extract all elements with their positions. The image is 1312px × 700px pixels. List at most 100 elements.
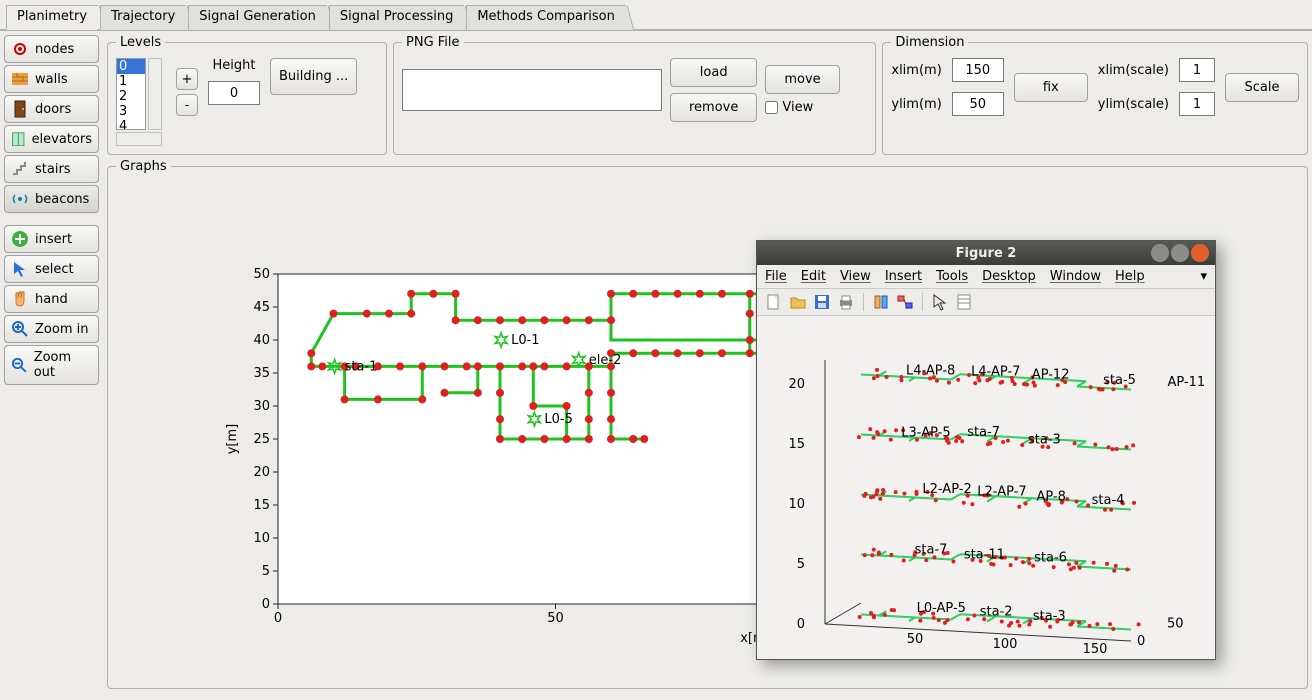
zoom-in-icon — [11, 320, 29, 338]
svg-text:sta-3: sta-3 — [1033, 609, 1066, 624]
height-input[interactable] — [208, 81, 260, 105]
tab-signal-generation[interactable]: Signal Generation — [188, 5, 327, 30]
svg-text:L0-AP-5: L0-AP-5 — [917, 601, 966, 616]
tool-insert[interactable]: insert — [4, 225, 99, 253]
xlim-label: xlim(m) — [891, 63, 941, 78]
building-button[interactable]: Building ... — [270, 58, 357, 95]
tool-walls[interactable]: walls — [4, 65, 99, 93]
tool-beacons[interactable]: beacons — [4, 185, 99, 213]
level-item-3[interactable]: 3 — [117, 104, 145, 119]
window-maximize-icon[interactable] — [1171, 244, 1189, 262]
tool-insert-label: insert — [35, 232, 72, 247]
nodes-icon — [11, 40, 29, 58]
beacons-icon — [11, 190, 29, 208]
png-remove-button[interactable]: remove — [670, 93, 757, 122]
figure-menu-desktop[interactable]: Desktop — [982, 269, 1036, 284]
tab-trajectory[interactable]: Trajectory — [100, 5, 186, 30]
figure-window[interactable]: Figure 2 File Edit View Insert Tools Des… — [756, 240, 1216, 660]
stairs-icon — [11, 160, 29, 178]
svg-text:L0-5: L0-5 — [544, 412, 572, 427]
tool-walls-label: walls — [35, 72, 68, 87]
png-legend: PNG File — [402, 35, 464, 50]
svg-text:0: 0 — [1137, 634, 1145, 649]
svg-text:L2-AP-7: L2-AP-7 — [977, 484, 1026, 499]
figure-menu-view[interactable]: View — [840, 269, 871, 284]
tool-palette: nodes walls doors elevators stairs beaco… — [0, 31, 103, 693]
png-load-button[interactable]: load — [670, 58, 757, 87]
levels-panel: Levels 0 1 2 3 4 — [107, 35, 387, 155]
scale-button[interactable]: Scale — [1225, 73, 1299, 102]
open-file-icon[interactable] — [789, 293, 807, 311]
svg-text:100: 100 — [993, 637, 1018, 652]
level-remove-button[interactable]: - — [176, 94, 198, 116]
insert-icon — [11, 230, 29, 248]
tool-nodes-label: nodes — [35, 42, 74, 57]
svg-text:sta-6: sta-6 — [1034, 551, 1067, 566]
tab-signal-processing[interactable]: Signal Processing — [329, 5, 464, 30]
xscale-input[interactable] — [1179, 58, 1215, 82]
svg-text:0: 0 — [274, 611, 282, 626]
svg-text:40: 40 — [253, 333, 270, 348]
fix-button[interactable]: fix — [1014, 73, 1088, 102]
svg-text:50: 50 — [907, 632, 924, 647]
level-add-button[interactable]: + — [176, 68, 198, 90]
svg-text:150: 150 — [1083, 642, 1108, 654]
figure-menu-help[interactable]: Help — [1115, 269, 1145, 284]
tool-nodes[interactable]: nodes — [4, 35, 99, 63]
level-item-0[interactable]: 0 — [117, 59, 145, 74]
figure-titlebar[interactable]: Figure 2 — [757, 241, 1215, 265]
new-file-icon[interactable] — [765, 293, 783, 311]
figure-menu-tools[interactable]: Tools — [936, 269, 968, 284]
tool-hand[interactable]: hand — [4, 285, 99, 313]
brush-icon[interactable] — [872, 293, 890, 311]
svg-text:5: 5 — [797, 557, 805, 572]
levels-scrollbar-v[interactable] — [148, 58, 162, 130]
png-view-checkbox[interactable]: View — [765, 100, 839, 115]
figure-3d-plot[interactable]: 0510152050100150050L0-AP-5sta-2sta-3sta-… — [757, 316, 1215, 656]
hand-icon — [11, 290, 29, 308]
svg-text:sta-2: sta-2 — [980, 605, 1013, 620]
figure-menu-insert[interactable]: Insert — [885, 269, 922, 284]
tool-zoom-in[interactable]: Zoom in — [4, 315, 99, 343]
tool-stairs[interactable]: stairs — [4, 155, 99, 183]
tab-bar: Planimetry Trajectory Signal Generation … — [0, 0, 1312, 31]
png-move-button[interactable]: move — [765, 65, 839, 94]
elevators-icon — [11, 130, 26, 148]
svg-text:AP-12: AP-12 — [1032, 368, 1070, 383]
yscale-label: ylim(scale) — [1098, 97, 1169, 112]
figure-menu-edit[interactable]: Edit — [801, 269, 826, 284]
tool-select[interactable]: select — [4, 255, 99, 283]
level-item-4[interactable]: 4 — [117, 119, 145, 130]
svg-text:L2-AP-2: L2-AP-2 — [922, 482, 971, 497]
xlim-input[interactable] — [952, 58, 1004, 82]
svg-text:AP-11: AP-11 — [1167, 375, 1205, 390]
window-minimize-icon[interactable] — [1151, 244, 1169, 262]
svg-text:20: 20 — [788, 377, 805, 392]
save-icon[interactable] — [813, 293, 831, 311]
levels-list[interactable]: 0 1 2 3 4 — [116, 58, 146, 130]
tool-elevators[interactable]: elevators — [4, 125, 99, 153]
yscale-input[interactable] — [1179, 92, 1215, 116]
png-panel: PNG File load remove move View — [393, 35, 876, 155]
level-item-1[interactable]: 1 — [117, 74, 145, 89]
ylim-input[interactable] — [952, 92, 1004, 116]
tab-planimetry[interactable]: Planimetry — [6, 5, 98, 30]
figure-menu-file[interactable]: File — [765, 269, 787, 284]
ylim-label: ylim(m) — [891, 97, 941, 112]
svg-text:35: 35 — [253, 366, 270, 381]
tool-doors[interactable]: doors — [4, 95, 99, 123]
link-icon[interactable] — [896, 293, 914, 311]
png-path-input[interactable] — [402, 69, 662, 111]
figure-menu-window[interactable]: Window — [1050, 269, 1101, 284]
print-icon[interactable] — [837, 293, 855, 311]
level-item-2[interactable]: 2 — [117, 89, 145, 104]
levels-scrollbar-h[interactable] — [116, 132, 162, 146]
window-close-icon[interactable] — [1191, 244, 1209, 262]
tab-methods-comparison[interactable]: Methods Comparison — [466, 5, 626, 30]
height-label: Height — [213, 58, 256, 73]
colorbar-icon[interactable] — [955, 293, 973, 311]
png-view-checkbox-input[interactable] — [765, 101, 778, 114]
tool-zoom-out[interactable]: Zoom out — [4, 345, 99, 385]
pointer-icon[interactable] — [931, 293, 949, 311]
figure-menu-more-icon[interactable]: ▾ — [1200, 269, 1207, 284]
